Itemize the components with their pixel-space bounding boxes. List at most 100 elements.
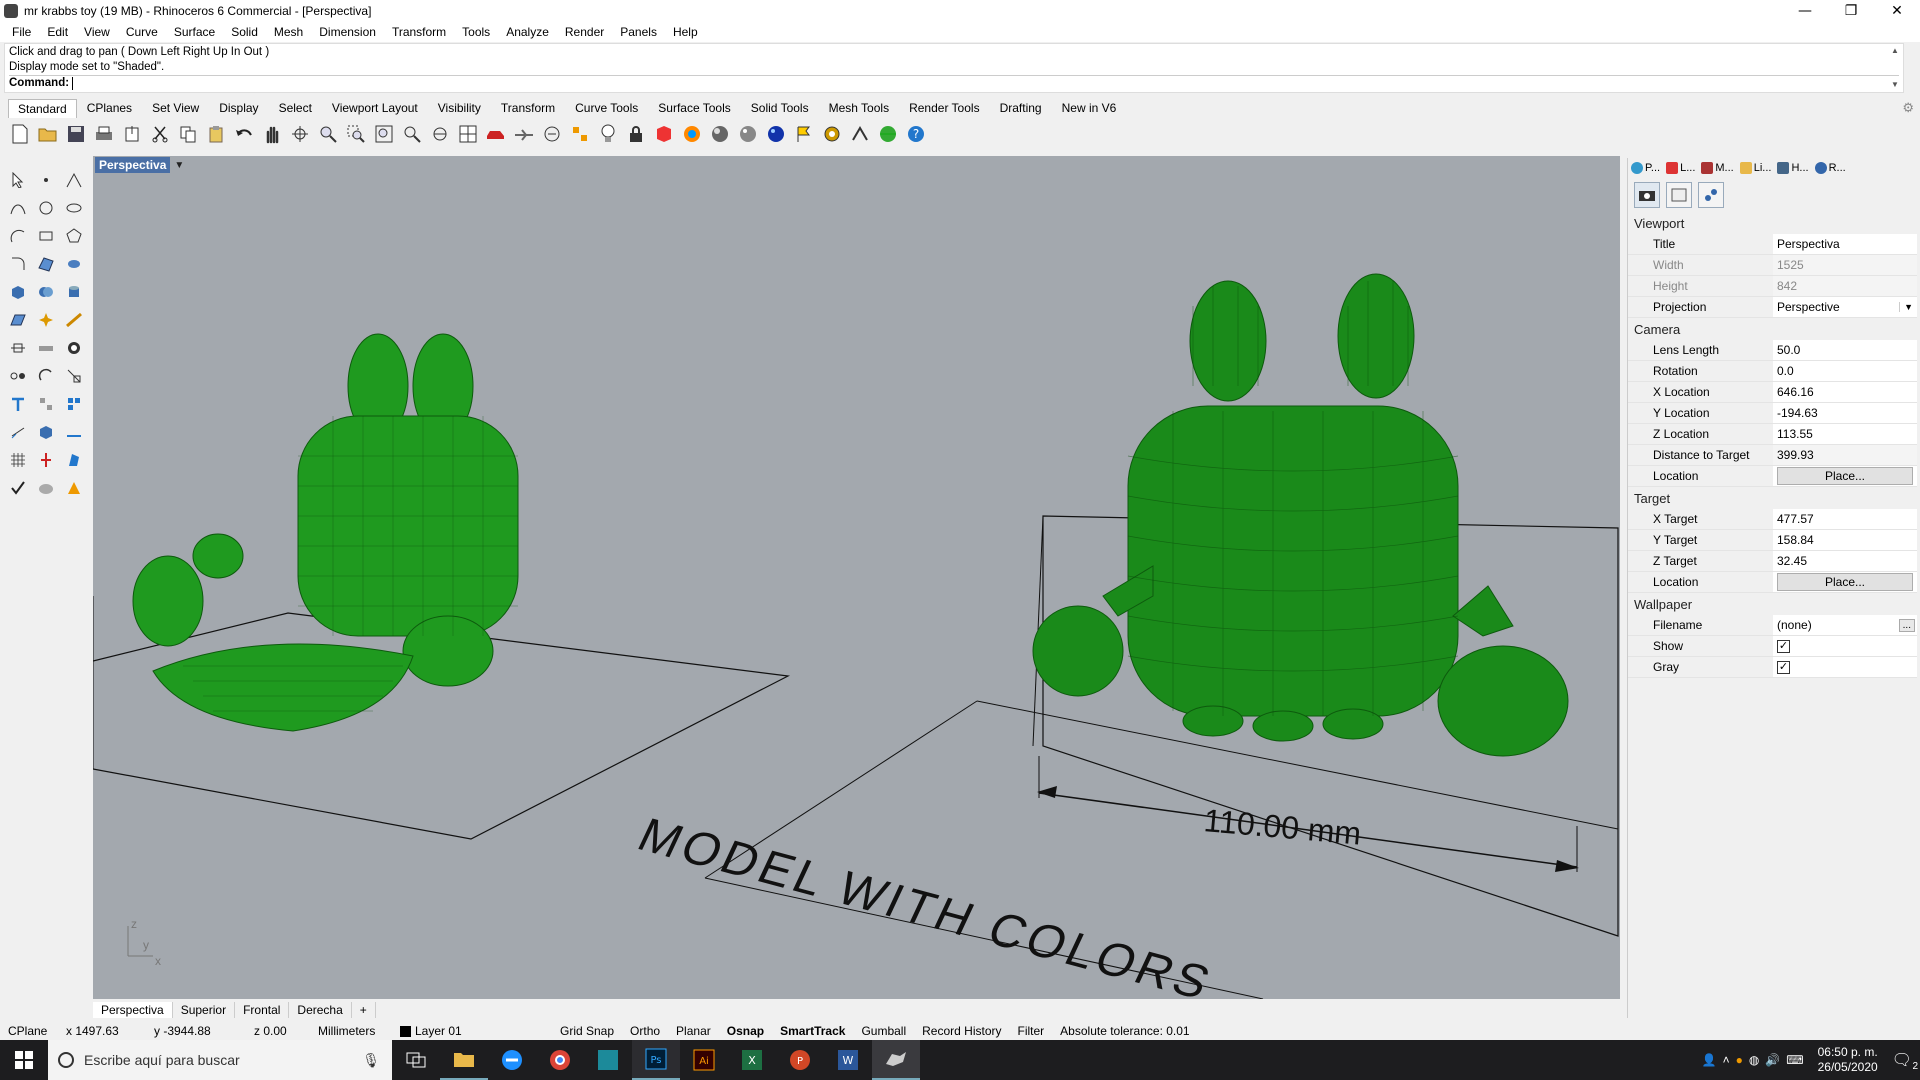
chevron-down-icon[interactable]: ▼	[1899, 302, 1913, 312]
rotate-view-icon[interactable]	[288, 122, 312, 146]
viewport-title-field[interactable]: Perspectiva	[1773, 234, 1917, 254]
import-icon[interactable]	[120, 122, 144, 146]
menu-solid[interactable]: Solid	[223, 25, 266, 39]
check-icon[interactable]	[4, 474, 32, 502]
viewport-title[interactable]: Perspectiva	[95, 157, 171, 173]
maximize-button[interactable]: ❐	[1828, 0, 1874, 22]
tab-mesh-tools[interactable]: Mesh Tools	[819, 98, 899, 118]
undo-view-icon[interactable]	[428, 122, 452, 146]
rectangle-icon[interactable]	[32, 222, 60, 250]
powerpoint-icon[interactable]: P	[776, 1040, 824, 1080]
dimension-icon[interactable]	[4, 418, 32, 446]
pan-hand-icon[interactable]	[260, 122, 284, 146]
chrome-icon[interactable]	[536, 1040, 584, 1080]
grid-snap-toggle[interactable]: Grid Snap	[552, 1024, 622, 1038]
split-icon[interactable]	[4, 334, 32, 362]
tab-display[interactable]: Display	[209, 98, 268, 118]
select-arrow-icon[interactable]	[4, 166, 32, 194]
tab-layers[interactable]: L...	[1663, 162, 1698, 174]
units-label[interactable]: Millimeters	[310, 1024, 392, 1038]
tab-help[interactable]: H...	[1774, 162, 1811, 174]
box-icon[interactable]	[4, 278, 32, 306]
align-icon[interactable]	[60, 390, 88, 418]
explode-icon[interactable]	[32, 306, 60, 334]
arc-icon[interactable]	[4, 222, 32, 250]
projection-select[interactable]: Perspective ▼	[1773, 297, 1917, 317]
trim-icon[interactable]	[60, 306, 88, 334]
microphone-icon[interactable]: 🎙	[362, 1052, 380, 1069]
surface-icon[interactable]	[32, 250, 60, 278]
material-icon[interactable]	[60, 474, 88, 502]
smarttrack-toggle[interactable]: SmartTrack	[772, 1024, 853, 1038]
print-icon[interactable]	[92, 122, 116, 146]
menu-edit[interactable]: Edit	[39, 25, 76, 39]
zoom-window-icon[interactable]	[344, 122, 368, 146]
settings-gear-icon[interactable]	[820, 122, 844, 146]
record-history-toggle[interactable]: Record History	[914, 1024, 1009, 1038]
menu-file[interactable]: File	[4, 25, 39, 39]
y-location-field[interactable]: -194.63	[1773, 403, 1917, 423]
tab-frontal[interactable]: Frontal	[235, 1002, 290, 1018]
fillet-icon[interactable]	[4, 250, 32, 278]
camera-place-button[interactable]: Place...	[1777, 467, 1913, 485]
photoshop-icon[interactable]: Ps	[632, 1040, 680, 1080]
tab-viewport-layout[interactable]: Viewport Layout	[322, 98, 428, 118]
file-explorer-icon[interactable]	[440, 1040, 488, 1080]
analyze-icon[interactable]	[60, 446, 88, 474]
polyline-icon[interactable]	[60, 166, 88, 194]
rotate-icon[interactable]	[32, 362, 60, 390]
zoom-extents-icon[interactable]	[372, 122, 396, 146]
browse-file-button[interactable]: ...	[1898, 618, 1915, 632]
z-target-field[interactable]: 32.45	[1773, 551, 1917, 571]
zoom-selected-icon[interactable]	[400, 122, 424, 146]
render-icon[interactable]	[32, 474, 60, 502]
menu-dimension[interactable]: Dimension	[311, 25, 384, 39]
tab-cplanes[interactable]: CPlanes	[77, 98, 142, 118]
illustrator-icon[interactable]: Ai	[680, 1040, 728, 1080]
menu-curve[interactable]: Curve	[118, 25, 166, 39]
new-file-icon[interactable]	[8, 122, 32, 146]
lens-length-field[interactable]: 50.0	[1773, 340, 1917, 360]
rotation-field[interactable]: 0.0	[1773, 361, 1917, 381]
tab-transform[interactable]: Transform	[491, 98, 565, 118]
notifications-icon[interactable]: 🗨 2	[1892, 1050, 1918, 1072]
menu-panels[interactable]: Panels	[612, 25, 665, 39]
rhino-taskbar-icon[interactable]	[872, 1040, 920, 1080]
people-icon[interactable]: 👤	[1702, 1053, 1717, 1067]
y-target-field[interactable]: 158.84	[1773, 530, 1917, 550]
show-wallpaper-checkbox[interactable]: ✓	[1777, 639, 1790, 653]
block-icon[interactable]	[32, 418, 60, 446]
tab-visibility[interactable]: Visibility	[428, 98, 491, 118]
tab-curve-tools[interactable]: Curve Tools	[565, 98, 648, 118]
viewport-frame-icon[interactable]	[1666, 182, 1692, 208]
lock-icon[interactable]	[624, 122, 648, 146]
minimize-button[interactable]: —	[1782, 0, 1828, 22]
add-viewport-tab-button[interactable]: +	[352, 1002, 376, 1018]
word-icon[interactable]: W	[824, 1040, 872, 1080]
group-icon[interactable]	[60, 334, 88, 362]
close-button[interactable]: ✕	[1874, 0, 1920, 22]
paste-icon[interactable]	[204, 122, 228, 146]
planar-toggle[interactable]: Planar	[668, 1024, 719, 1038]
excel-icon[interactable]: X	[728, 1040, 776, 1080]
cplane-label[interactable]: CPlane	[0, 1024, 60, 1038]
ortho-toggle[interactable]: Ortho	[622, 1024, 668, 1038]
text-icon[interactable]	[4, 390, 32, 418]
open-file-icon[interactable]	[36, 122, 60, 146]
chevron-down-icon[interactable]: ▼	[174, 160, 184, 171]
tab-derecha[interactable]: Derecha	[289, 1002, 352, 1018]
osnap-toggle[interactable]: Osnap	[719, 1024, 772, 1038]
car-render-icon[interactable]	[484, 122, 508, 146]
viewport-title-bar[interactable]: Perspectiva ▼	[93, 156, 193, 174]
flag-icon[interactable]	[792, 122, 816, 146]
tab-rendering[interactable]: R...	[1812, 162, 1849, 174]
gear-icon[interactable]: ⚙	[1902, 100, 1914, 116]
gumball-toggle[interactable]: Gumball	[853, 1024, 914, 1038]
grid-icon[interactable]	[4, 446, 32, 474]
light-bulb-icon[interactable]	[596, 122, 620, 146]
circle-icon[interactable]	[32, 194, 60, 222]
windows-start-icon[interactable]	[0, 1040, 48, 1080]
globe-icon[interactable]	[876, 122, 900, 146]
tab-standard[interactable]: Standard	[8, 98, 77, 118]
menu-analyze[interactable]: Analyze	[498, 25, 557, 39]
